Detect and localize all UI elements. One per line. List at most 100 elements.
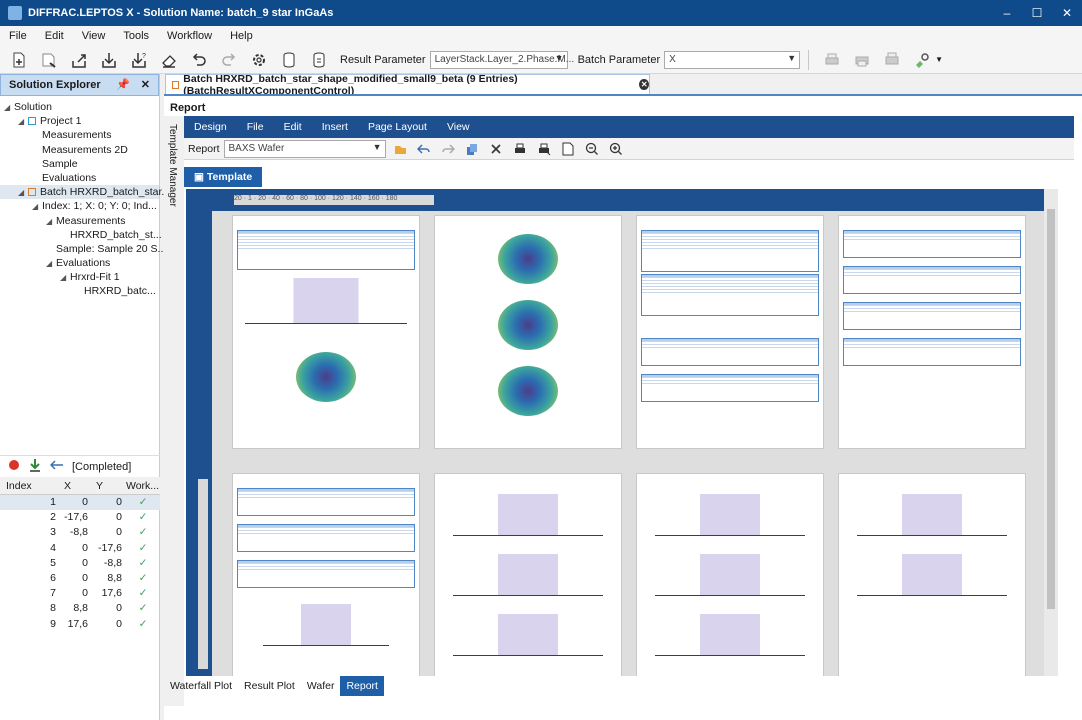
tree-node[interactable]: Evaluations <box>0 171 159 185</box>
menu-edit[interactable]: Edit <box>36 30 73 42</box>
load-template-icon[interactable] <box>390 140 410 158</box>
result-parameter-select[interactable]: LayerStack.Layer_2.Phase.M... ▼ <box>429 50 574 69</box>
report-menu-view[interactable]: View <box>437 121 480 133</box>
database-icon[interactable] <box>278 49 300 71</box>
tab-wafer[interactable]: Wafer <box>301 676 341 696</box>
table-row[interactable]: 5 0 -8,8 ✓ <box>0 556 160 571</box>
report-page[interactable] <box>636 473 824 676</box>
copy-icon[interactable] <box>462 140 482 158</box>
report-menu-design[interactable]: Design <box>184 121 237 133</box>
pin-icon[interactable]: 📌 <box>116 78 130 91</box>
table-row[interactable]: 7 0 17,6 ✓ <box>0 586 160 601</box>
menu-tools[interactable]: Tools <box>114 30 158 42</box>
header-work[interactable]: Work... <box>126 477 160 494</box>
report-page[interactable] <box>838 215 1026 449</box>
table-row[interactable]: 4 0 -17,6 ✓ <box>0 541 160 556</box>
template-tab[interactable]: ▣ Template <box>184 167 263 187</box>
vertical-scrollbar[interactable] <box>1044 189 1058 676</box>
vertical-ruler[interactable] <box>198 479 208 669</box>
horizontal-ruler[interactable]: 20 · 1 · 20 · 40 · 60 · 80 · 100 · 120 ·… <box>234 195 434 205</box>
template-manager-side-tab[interactable]: Template Manager <box>164 116 184 706</box>
tab-waterfall-plot[interactable]: Waterfall Plot <box>164 676 238 696</box>
tree-node[interactable]: ◢ Hrxrd-Fit 1 <box>0 270 159 284</box>
zoom-in-icon[interactable] <box>606 140 626 158</box>
expand-toggle-icon[interactable]: ◢ <box>18 115 28 129</box>
zoom-out-icon[interactable] <box>582 140 602 158</box>
tree-node[interactable]: ◢ Batch HRXRD_batch_star... <box>0 185 170 200</box>
tree-node[interactable]: HRXRD_batch_st... <box>0 228 162 242</box>
header-x[interactable]: X <box>60 477 92 494</box>
close-button[interactable]: ✕ <box>1052 0 1082 26</box>
table-row[interactable]: 2 -17,6 0 ✓ <box>0 510 160 525</box>
print-icon[interactable] <box>510 140 530 158</box>
tab-report[interactable]: Report <box>340 676 384 696</box>
tree-node[interactable]: HRXRD_batc... <box>0 284 159 298</box>
tree-node[interactable]: ◢ Measurements <box>0 214 159 228</box>
close-panel-icon[interactable]: ✕ <box>141 78 150 91</box>
report-menu-page-layout[interactable]: Page Layout <box>358 121 437 133</box>
redo-icon[interactable] <box>438 140 458 158</box>
new-icon[interactable] <box>8 49 30 71</box>
expand-toggle-icon[interactable]: ◢ <box>46 257 56 271</box>
export-document-icon[interactable] <box>558 140 578 158</box>
report-page[interactable] <box>232 473 420 676</box>
open-icon[interactable] <box>38 49 60 71</box>
report-select[interactable]: BAXS Wafer ▼ <box>223 139 386 158</box>
batch-parameter-select[interactable]: X ▼ <box>664 50 801 69</box>
expand-toggle-icon[interactable]: ◢ <box>60 271 70 285</box>
maximize-button[interactable]: ☐ <box>1022 0 1052 26</box>
import-icon[interactable] <box>98 49 120 71</box>
database-filter-icon[interactable] <box>308 49 330 71</box>
expand-toggle-icon[interactable]: ◢ <box>46 215 56 229</box>
menu-view[interactable]: View <box>73 30 115 42</box>
plugin-icon[interactable] <box>911 49 933 71</box>
close-tab-icon[interactable]: ✕ <box>639 79 650 90</box>
export-icon[interactable] <box>68 49 90 71</box>
undo-icon[interactable] <box>414 140 434 158</box>
page-area[interactable] <box>212 211 1050 676</box>
import-help-icon[interactable]: ? <box>128 49 150 71</box>
tree-node[interactable]: Measurements 2D <box>0 143 159 157</box>
header-y[interactable]: Y <box>92 477 126 494</box>
table-row[interactable]: 3 -8,8 0 ✓ <box>0 525 160 540</box>
expand-toggle-icon[interactable]: ◢ <box>18 186 28 200</box>
record-icon[interactable] <box>8 459 20 474</box>
report-page[interactable] <box>636 215 824 449</box>
expand-toggle-icon[interactable]: ◢ <box>32 200 42 214</box>
table-row[interactable]: 6 0 8,8 ✓ <box>0 571 160 586</box>
redo-icon[interactable] <box>218 49 240 71</box>
menu-help[interactable]: Help <box>221 30 262 42</box>
minimize-button[interactable]: – <box>992 0 1022 26</box>
report-page[interactable] <box>434 215 622 449</box>
tree-node[interactable]: Sample <box>0 157 159 171</box>
back-arrow-icon[interactable] <box>49 459 64 474</box>
tab-result-plot[interactable]: Result Plot <box>238 676 301 696</box>
delete-icon[interactable] <box>486 140 506 158</box>
eraser-icon[interactable] <box>158 49 180 71</box>
tree-node[interactable]: ◢ Solution <box>0 100 159 114</box>
tree-node[interactable]: ◢ Evaluations <box>0 256 159 270</box>
settings-icon[interactable] <box>248 49 270 71</box>
tree-node[interactable]: Sample: Sample 20 S... <box>0 242 166 256</box>
report-menu-insert[interactable]: Insert <box>312 121 358 133</box>
header-index[interactable]: Index <box>0 477 60 494</box>
quick-print-icon[interactable] <box>534 140 554 158</box>
report-page[interactable] <box>838 473 1026 676</box>
document-tab[interactable]: Batch HRXRD_batch_star_shape_modified_sm… <box>165 73 650 97</box>
download-icon[interactable] <box>28 458 42 475</box>
table-row[interactable]: 8 8,8 0 ✓ <box>0 601 160 616</box>
report-menu-file[interactable]: File <box>237 121 274 133</box>
report-page[interactable] <box>434 473 622 676</box>
chevron-down-icon[interactable]: ▼ <box>935 55 943 64</box>
report-menu-edit[interactable]: Edit <box>274 121 312 133</box>
tree-node[interactable]: ◢ Index: 1; X: 0; Y: 0; Ind... <box>0 199 159 213</box>
menu-workflow[interactable]: Workflow <box>158 30 221 42</box>
table-row[interactable]: 1 0 0 ✓ <box>0 495 160 511</box>
tree-node[interactable]: Measurements <box>0 128 159 142</box>
tree-node[interactable]: ◢ Project 1 <box>0 114 159 128</box>
expand-toggle-icon[interactable]: ◢ <box>4 101 14 115</box>
report-page[interactable] <box>232 215 420 449</box>
menu-file[interactable]: File <box>0 30 36 42</box>
scroll-thumb[interactable] <box>1047 209 1055 609</box>
undo-icon[interactable] <box>188 49 210 71</box>
